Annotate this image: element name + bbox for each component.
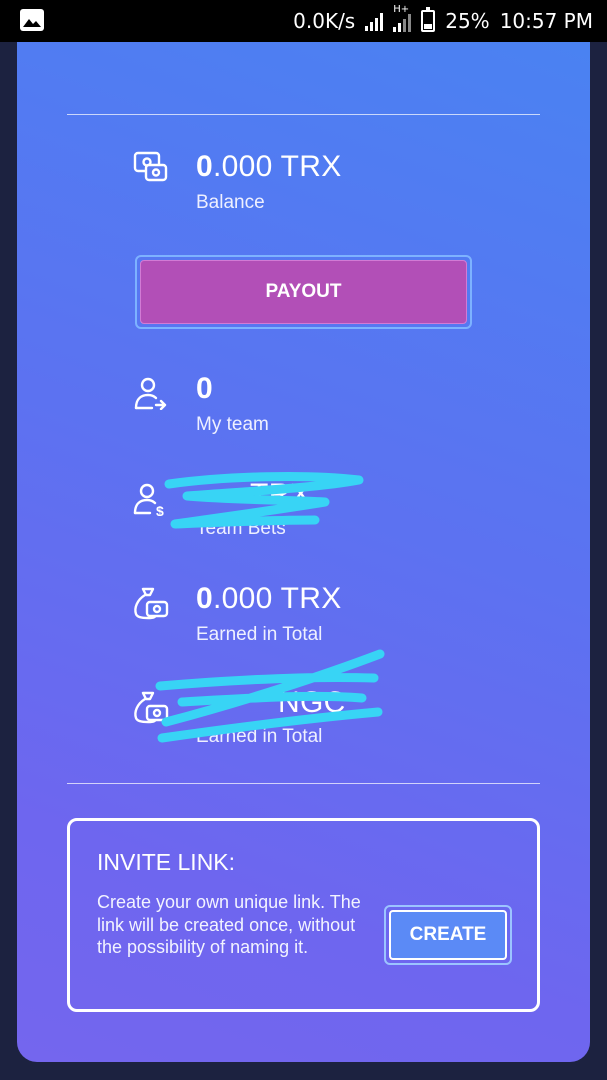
balance-label: Balance <box>196 192 265 213</box>
battery-percent: 25% <box>445 9 490 33</box>
signal-icon <box>365 11 384 31</box>
invite-description: Create your own unique link. The link wi… <box>97 892 361 957</box>
team-bets-value: TRX <box>250 478 311 511</box>
invite-link-panel: INVITE LINK: Create your own unique link… <box>67 818 540 1012</box>
network-speed: 0.0K/s <box>293 9 356 33</box>
battery-icon <box>421 7 436 32</box>
team-bets-icon: $ <box>133 483 164 516</box>
gallery-icon <box>20 9 44 31</box>
earned-total-label: Earned in Total <box>196 624 323 645</box>
money-bag-icon <box>134 587 169 620</box>
earned-total-2-label: Earned in Total <box>196 726 323 747</box>
payout-button-frame: PAYOUT <box>135 255 472 329</box>
money-icon <box>133 151 168 182</box>
clock: 10:57 PM <box>499 9 593 33</box>
my-team-value: 0 <box>196 372 213 405</box>
balance-value: 0.000 TRX <box>196 150 342 183</box>
earned-total-2-value: NGC <box>278 686 346 719</box>
signal-hplus-icon: H+ <box>393 4 412 32</box>
team-bets-label: Team Bets <box>196 518 286 539</box>
status-bar: 0.0K/s H+ 25% 10:57 PM <box>0 0 607 42</box>
my-team-label: My team <box>196 414 269 435</box>
top-divider <box>67 114 540 115</box>
svg-text:$: $ <box>156 503 164 516</box>
invite-title: INVITE LINK: <box>97 849 236 875</box>
create-button-frame: CREATE <box>384 905 512 965</box>
earned-total-value: 0.000 TRX <box>196 582 342 615</box>
payout-button[interactable]: PAYOUT <box>140 260 467 324</box>
create-button[interactable]: CREATE <box>389 910 507 960</box>
team-icon <box>134 377 167 410</box>
bottom-divider <box>67 783 540 784</box>
referral-card: 0.000 TRX Balance PAYOUT 0 My team $ TRX… <box>17 42 590 1062</box>
money-bag-icon <box>134 691 169 724</box>
